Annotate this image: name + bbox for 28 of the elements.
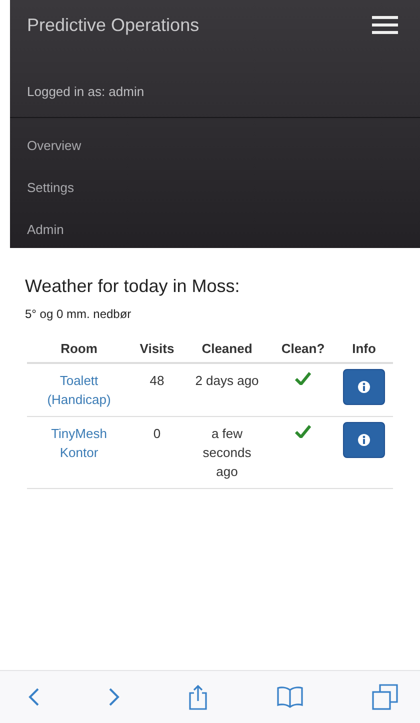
- weather-heading: Weather for today in Moss:: [25, 276, 241, 297]
- room-link[interactable]: TinyMesh Kontor: [35, 424, 123, 462]
- menu-icon[interactable]: [372, 16, 398, 34]
- column-header: Info: [335, 335, 393, 363]
- nav-link[interactable]: Settings: [27, 178, 403, 220]
- table-cell: 0: [131, 416, 183, 488]
- nav-link[interactable]: Overview: [27, 136, 403, 178]
- table-cell: a few seconds ago: [183, 416, 271, 488]
- info-button[interactable]: [343, 422, 385, 458]
- table-cell: 48: [131, 363, 183, 416]
- tabs-icon[interactable]: [372, 684, 398, 710]
- info-button[interactable]: [343, 369, 385, 405]
- logged-in-text: Logged in as: admin: [10, 60, 420, 118]
- nav-link[interactable]: Admin: [27, 220, 403, 262]
- table-cell: 2 days ago: [183, 363, 271, 416]
- info-icon: [358, 434, 370, 446]
- weather-summary: 5° og 0 mm. nedbør: [25, 307, 132, 321]
- forward-icon[interactable]: [108, 687, 120, 707]
- share-icon[interactable]: [188, 684, 208, 710]
- info-icon: [358, 381, 370, 393]
- brand-title[interactable]: Predictive Operations: [27, 14, 200, 36]
- column-header: Cleaned: [183, 335, 271, 363]
- column-header: Visits: [131, 335, 183, 363]
- back-icon[interactable]: [28, 687, 40, 707]
- column-header: Clean?: [271, 335, 335, 363]
- book-icon[interactable]: [276, 686, 304, 708]
- room-link[interactable]: Toalett (Handicap): [35, 371, 123, 409]
- column-header: Room: [27, 335, 131, 363]
